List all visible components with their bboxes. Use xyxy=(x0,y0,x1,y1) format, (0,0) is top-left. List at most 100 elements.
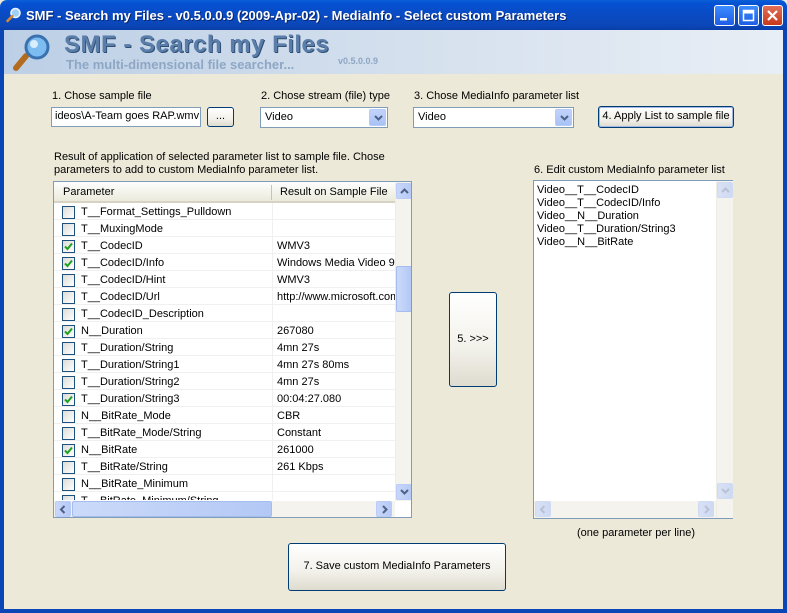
browse-button[interactable]: ... xyxy=(207,107,234,127)
list-item[interactable]: T__CodecID/Hint WMV3 xyxy=(54,271,395,288)
window-title: SMF - Search my Files - v0.5.0.0.9 (2009… xyxy=(26,8,567,23)
row-result: CBR xyxy=(277,410,301,422)
list-item[interactable]: T__BitRate_Minimum/String xyxy=(54,492,395,500)
row-result: 267080 xyxy=(277,325,314,337)
scroll-thumb[interactable] xyxy=(72,501,272,517)
list-item[interactable]: T__BitRate/String 261 Kbps xyxy=(54,458,395,475)
row-parameter: T__Duration/String1 xyxy=(81,359,180,371)
row-result: 4mn 27s xyxy=(277,342,320,354)
list-item[interactable]: N__BitRate_Minimum xyxy=(54,475,395,492)
list-item[interactable]: T__CodecID/Info Windows Media Video 9 xyxy=(54,254,395,271)
minimize-button[interactable] xyxy=(714,5,735,26)
column-header-result[interactable]: Result on Sample File xyxy=(280,186,388,198)
row-checkbox[interactable] xyxy=(62,495,75,500)
row-parameter: T__Format_Settings_Pulldown xyxy=(81,206,232,218)
close-icon xyxy=(767,10,778,21)
list-item[interactable]: T__BitRate_Mode/String Constant xyxy=(54,424,395,441)
row-parameter: T__CodecID_Description xyxy=(81,308,204,320)
scroll-thumb[interactable] xyxy=(396,266,411,312)
scroll-right-button[interactable] xyxy=(698,501,714,517)
dropdown-button[interactable] xyxy=(369,109,386,126)
column-header-parameter[interactable]: Parameter xyxy=(63,186,114,198)
list-item[interactable]: T__Duration/String1 4mn 27s 80ms xyxy=(54,356,395,373)
parameter-line: Video__T__CodecID/Info xyxy=(537,197,661,209)
result-caption-line: Result of application of selected parame… xyxy=(54,151,385,163)
stream-type-select[interactable]: Video xyxy=(260,107,388,128)
row-parameter: T__CodecID/Info xyxy=(81,257,165,269)
step6-label: 6. Edit custom MediaInfo parameter list xyxy=(534,164,725,176)
list-item[interactable]: T__CodecID WMV3 xyxy=(54,237,395,254)
scroll-arrow-icon xyxy=(721,187,730,193)
row-parameter: N__BitRate xyxy=(81,444,138,456)
parameter-line: Video__T__Duration/String3 xyxy=(537,223,676,235)
app-banner: SMF - Search my Files The multi-dimensio… xyxy=(4,30,783,74)
chevron-down-icon xyxy=(374,115,383,121)
list-vertical-scrollbar[interactable] xyxy=(395,182,411,501)
textarea-vertical-scrollbar[interactable] xyxy=(716,181,733,518)
row-checkbox[interactable] xyxy=(62,376,75,389)
scroll-up-button[interactable] xyxy=(717,182,733,198)
row-checkbox[interactable] xyxy=(62,325,75,338)
row-parameter: T__CodecID/Hint xyxy=(81,274,166,286)
list-item[interactable]: N__Duration 267080 xyxy=(54,322,395,339)
row-checkbox[interactable] xyxy=(62,240,75,253)
parameter-list-view[interactable]: Parameter Result on Sample File T__Forma… xyxy=(53,181,412,518)
row-checkbox[interactable] xyxy=(62,257,75,270)
parameter-line: Video__T__CodecID xyxy=(537,184,639,196)
row-checkbox[interactable] xyxy=(62,291,75,304)
row-checkbox[interactable] xyxy=(62,206,75,219)
row-checkbox[interactable] xyxy=(62,342,75,355)
apply-list-button[interactable]: 4. Apply List to sample file xyxy=(598,106,734,128)
column-separator[interactable] xyxy=(271,185,272,200)
row-checkbox[interactable] xyxy=(62,308,75,321)
maximize-button[interactable] xyxy=(738,5,759,26)
parameter-list-select[interactable]: Video xyxy=(413,107,574,128)
scroll-arrow-icon xyxy=(400,489,409,495)
row-checkbox[interactable] xyxy=(62,478,75,491)
row-checkbox[interactable] xyxy=(62,461,75,474)
row-checkbox[interactable] xyxy=(62,427,75,440)
checkmark-icon xyxy=(64,327,73,336)
row-checkbox[interactable] xyxy=(62,223,75,236)
list-item[interactable]: T__Duration/String 4mn 27s xyxy=(54,339,395,356)
row-checkbox[interactable] xyxy=(62,359,75,372)
list-item[interactable]: T__Duration/String2 4mn 27s xyxy=(54,373,395,390)
list-horizontal-scrollbar[interactable] xyxy=(54,501,395,517)
custom-parameter-textarea[interactable]: Video__T__CodecID Video__T__CodecID/Info V… xyxy=(533,180,733,519)
list-item[interactable]: N__BitRate_Mode CBR xyxy=(54,407,395,424)
list-item[interactable]: T__CodecID/Url http://www.microsoft.com xyxy=(54,288,395,305)
row-checkbox[interactable] xyxy=(62,274,75,287)
step1-label: 1. Chose sample file xyxy=(52,90,152,102)
result-caption: Result of application of selected parame… xyxy=(54,151,385,177)
window-frame-right xyxy=(783,30,787,613)
scroll-left-button[interactable] xyxy=(535,501,551,517)
textarea-horizontal-scrollbar[interactable] xyxy=(534,501,716,518)
row-checkbox[interactable] xyxy=(62,393,75,406)
row-result: 4mn 27s xyxy=(277,376,320,388)
row-checkbox[interactable] xyxy=(62,444,75,457)
scroll-right-button[interactable] xyxy=(376,501,392,517)
dropdown-button[interactable] xyxy=(555,109,572,126)
magnifier-icon xyxy=(6,7,21,23)
row-parameter: T__MuxingMode xyxy=(81,223,163,235)
window-frame-left xyxy=(0,30,4,613)
close-button[interactable] xyxy=(762,5,783,26)
list-item[interactable]: N__BitRate 261000 xyxy=(54,441,395,458)
scroll-down-button[interactable] xyxy=(717,483,733,499)
list-item[interactable]: T__CodecID_Description xyxy=(54,305,395,322)
scroll-down-button[interactable] xyxy=(396,484,411,500)
row-checkbox[interactable] xyxy=(62,410,75,423)
sample-file-input[interactable]: ideos\A-Team goes RAP.wmv xyxy=(51,107,201,127)
title-bar[interactable]: SMF - Search my Files - v0.5.0.0.9 (2009… xyxy=(0,0,787,30)
scroll-up-button[interactable] xyxy=(396,183,411,199)
list-item[interactable]: T__Duration/String3 00:04:27.080 xyxy=(54,390,395,407)
row-result: http://www.microsoft.com xyxy=(277,291,395,303)
minimize-icon xyxy=(720,18,727,21)
list-item[interactable]: T__MuxingMode xyxy=(54,220,395,237)
list-header: Parameter Result on Sample File xyxy=(54,182,395,203)
add-parameters-button[interactable]: 5. >>> xyxy=(449,292,497,387)
save-parameters-button[interactable]: 7. Save custom MediaInfo Parameters xyxy=(288,543,506,591)
scroll-left-button[interactable] xyxy=(55,501,71,517)
list-item[interactable]: T__Format_Settings_Pulldown xyxy=(54,203,395,220)
parameter-list-value: Video xyxy=(418,111,446,123)
